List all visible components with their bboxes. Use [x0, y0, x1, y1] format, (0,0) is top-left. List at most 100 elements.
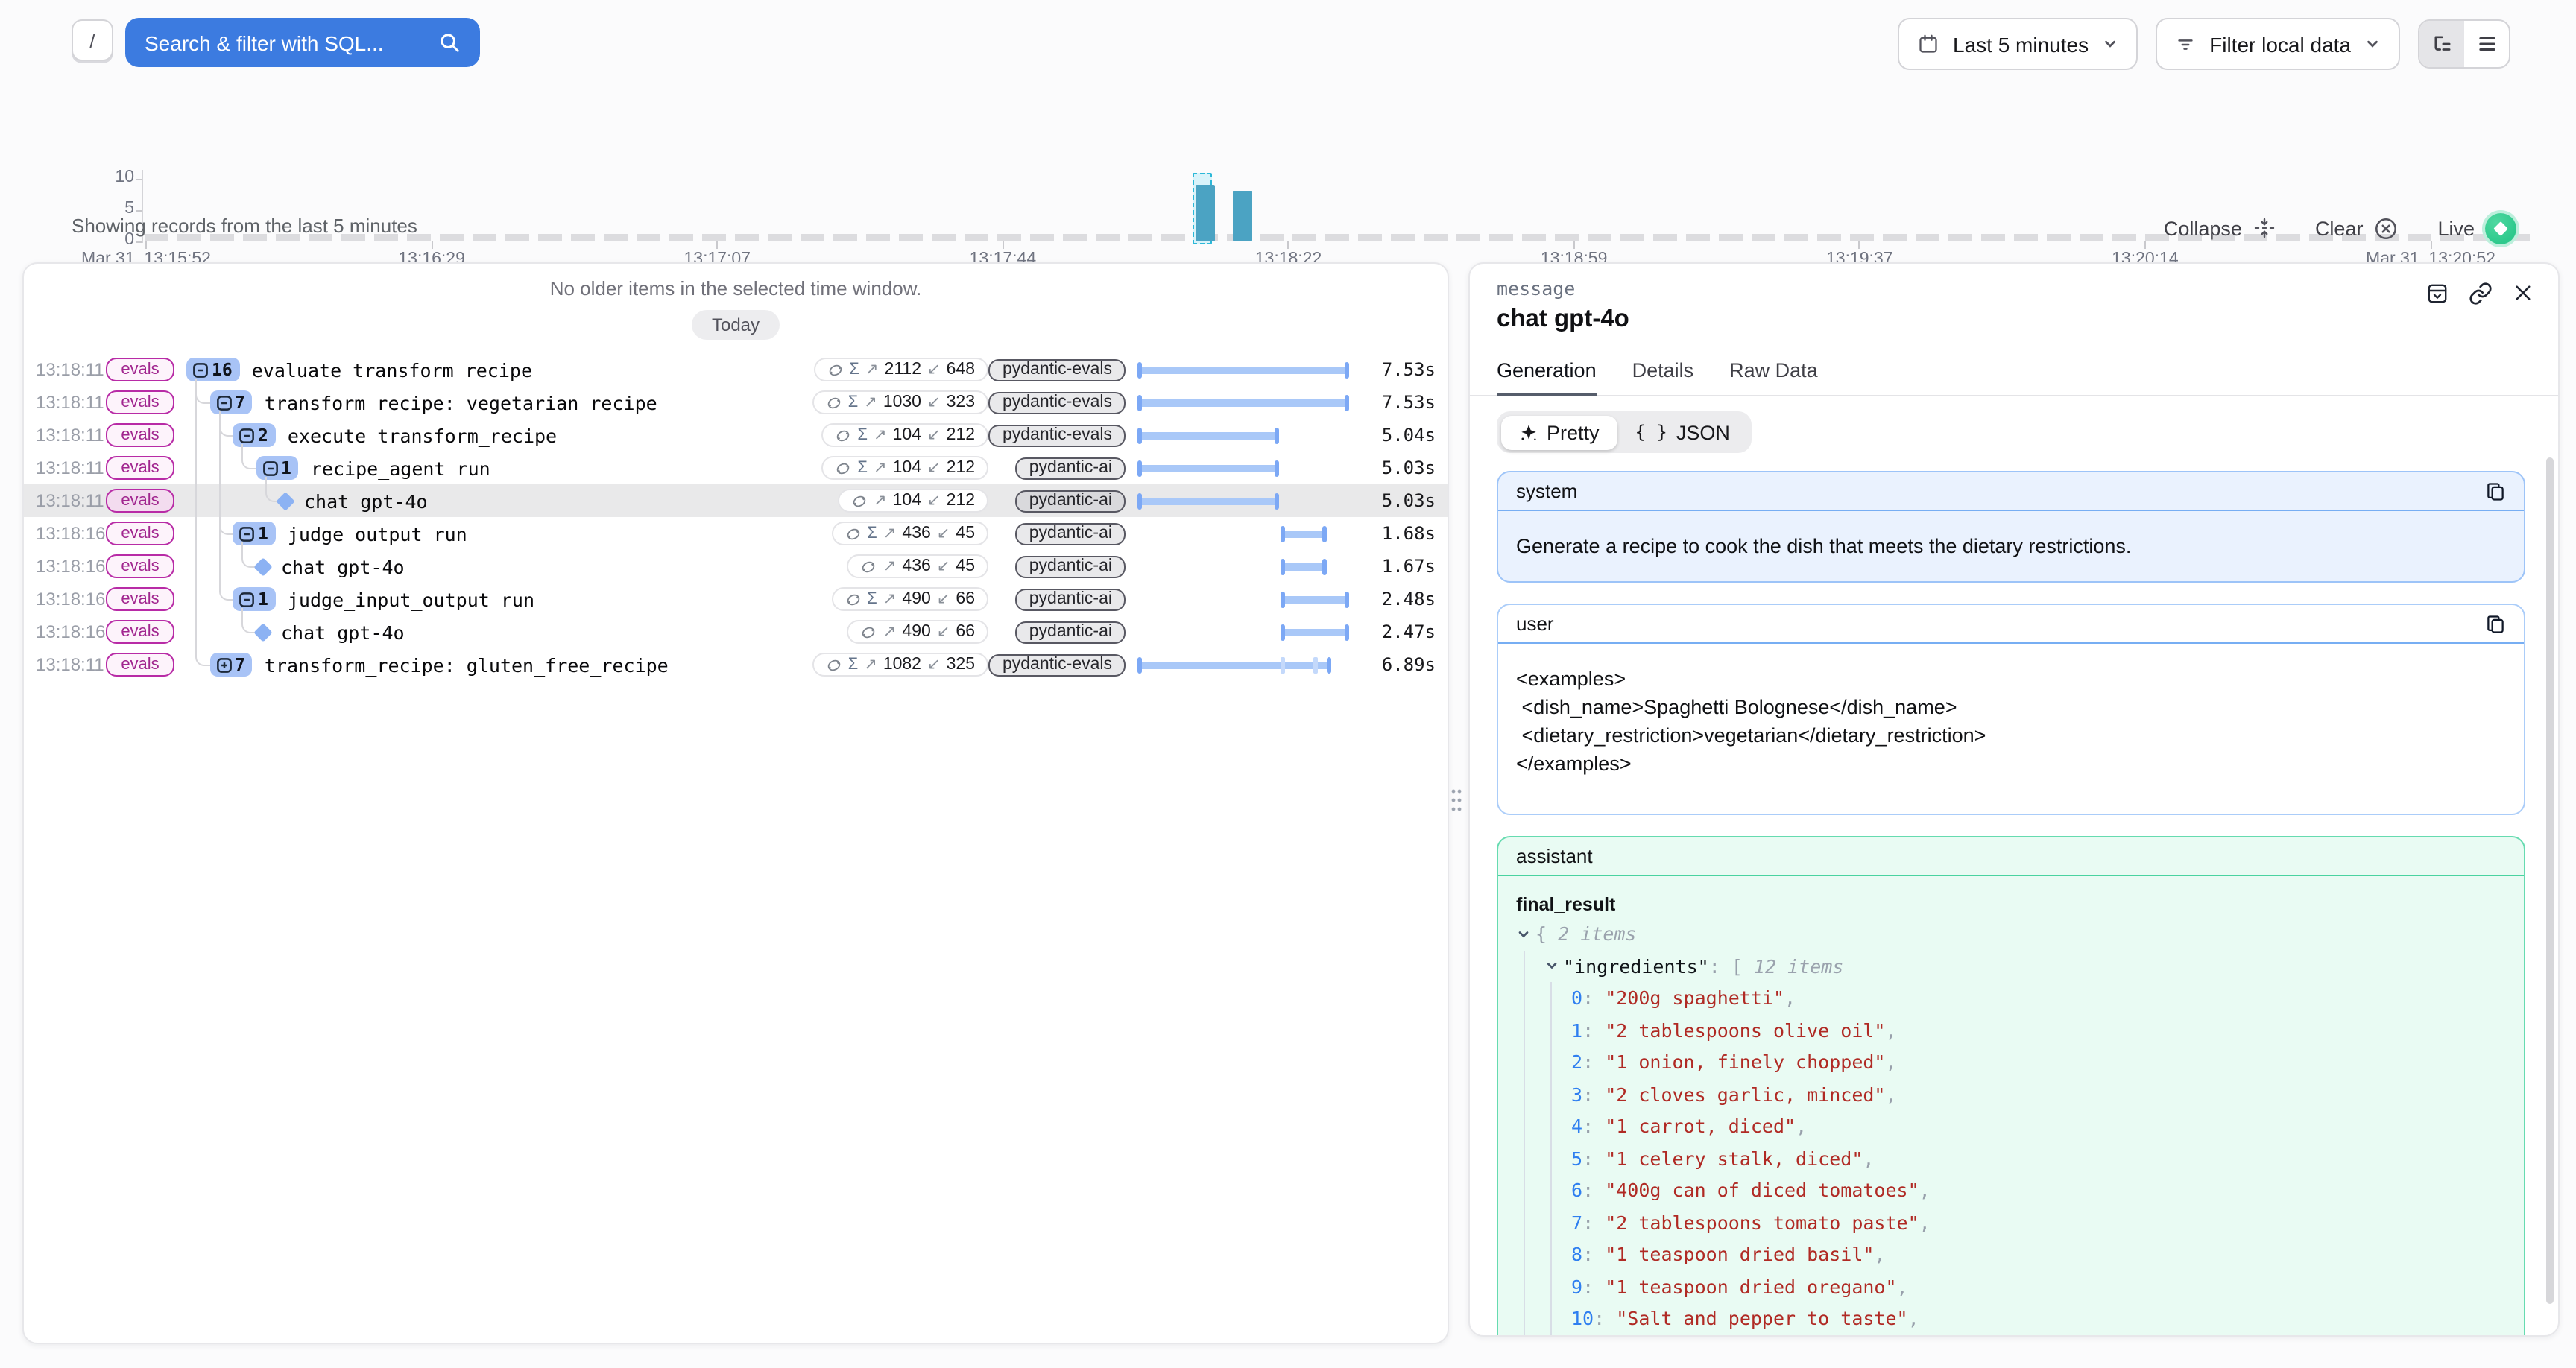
item-index: 5 [1571, 1142, 1582, 1174]
panel-resize-handle[interactable] [1450, 787, 1462, 814]
slash-shortcut-key[interactable]: / [72, 19, 113, 61]
list-tree-icon [2431, 33, 2453, 55]
trace-row[interactable]: 13:18:16 evals chat gpt-4o ↗436 ↙45 pyda… [24, 550, 1448, 583]
tokens-out: 45 [956, 525, 975, 542]
minus-square-icon [192, 361, 209, 378]
trace-row[interactable]: 13:18:16 evals 1 judge_input_output run … [24, 583, 1448, 615]
json-toggle-option[interactable]: { } JSON [1617, 415, 1748, 449]
evals-badge: evals [106, 554, 174, 578]
evals-badge: evals [106, 423, 174, 447]
json-array-item: 9: "1 teaspoon dried oregano", [1571, 1270, 2506, 1302]
filter-local-data-select[interactable]: Filter local data [2156, 18, 2400, 70]
item-index: 6 [1571, 1174, 1582, 1206]
copy-icon[interactable] [2485, 481, 2506, 501]
chevron-expanded-icon[interactable] [1544, 959, 1559, 974]
row-timestamp: 13:18:11 [36, 392, 101, 413]
span-name: recipe_agent run [311, 457, 490, 479]
item-string: "2 tablespoons olive oil" [1605, 1014, 1885, 1046]
filter-icon [2175, 34, 2196, 54]
evals-badge: evals [106, 620, 174, 644]
copy-icon[interactable] [2485, 613, 2506, 634]
array-items-count: 12 items [1754, 950, 1843, 982]
token-usage-pill: Σ ↗436 ↙45 [831, 522, 988, 545]
duration-gantt-track [1137, 353, 1361, 386]
list-view-toggle[interactable] [2464, 21, 2509, 67]
duration-text: 2.47s [1367, 621, 1436, 642]
tree-view-toggle[interactable] [2419, 21, 2464, 67]
item-index: 0 [1571, 982, 1582, 1014]
duration-gantt-track [1137, 615, 1361, 648]
trace-row[interactable]: 13:18:11 evals 1 recipe_agent run Σ ↗104… [24, 452, 1448, 484]
trace-row[interactable]: 13:18:11 evals 7 transform_recipe: veget… [24, 386, 1448, 419]
json-array-item: 1: "2 tablespoons olive oil", [1571, 1014, 2506, 1046]
token-usage-pill: Σ ↗1082 ↙325 [812, 653, 988, 677]
collapse-count-chip[interactable]: 16 [186, 358, 240, 381]
tokens-in-arrow-icon: ↗ [864, 656, 877, 674]
tab-raw-data[interactable]: Raw Data [1729, 359, 1818, 395]
braces-icon: { } [1635, 422, 1667, 443]
collapse-icon [2253, 216, 2276, 240]
tab-details[interactable]: Details [1632, 359, 1694, 395]
dock-panel-icon[interactable] [2425, 282, 2449, 305]
collapse-count-chip[interactable]: 7 [209, 653, 253, 677]
token-usage-pill: Σ ↗104 ↙212 [821, 456, 988, 480]
tokens-out-arrow-icon: ↙ [937, 623, 950, 641]
duration-bar [1137, 661, 1331, 668]
token-coin-icon [845, 591, 861, 607]
object-items-count: 2 items [1558, 918, 1636, 950]
trace-row[interactable]: 13:18:11 evals 7 transform_recipe: glute… [24, 648, 1448, 681]
record-count-histogram[interactable]: 1050 Mar 31. 13:15:5213:16:2913:17:0713:… [0, 77, 2576, 203]
search-button[interactable]: Search & filter with SQL... [125, 18, 480, 67]
tokens-out-arrow-icon: ↙ [937, 525, 950, 542]
system-message-card: system Generate a recipe to cook the dis… [1497, 471, 2525, 583]
evals-badge: evals [106, 522, 174, 545]
item-string: "1 teaspoon dried oregano" [1605, 1270, 1896, 1302]
tokens-in-arrow-icon: ↗ [883, 623, 897, 641]
trace-row[interactable]: 13:18:11 evals chat gpt-4o ↗104 ↙212 pyd… [24, 484, 1448, 517]
time-range-select[interactable]: Last 5 minutes [1898, 18, 2138, 70]
tokens-out: 212 [947, 459, 975, 477]
json-array-item: 11: "Parmesan cheese, grated (optional)" [1571, 1334, 2506, 1337]
duration-text: 5.04s [1367, 425, 1436, 446]
tokens-out-arrow-icon: ↙ [927, 393, 941, 411]
brace-open: { [1535, 918, 1547, 950]
duration-bar [1281, 595, 1349, 603]
duration-gantt-track [1137, 386, 1361, 419]
chevron-expanded-icon[interactable] [1516, 927, 1531, 942]
trace-row[interactable]: 13:18:16 evals chat gpt-4o ↗490 ↙66 pyda… [24, 615, 1448, 648]
span-name: chat gpt-4o [281, 621, 405, 643]
minus-square-icon [239, 427, 255, 443]
item-index: 9 [1571, 1270, 1582, 1302]
record-kind-label: message [1497, 277, 2534, 300]
live-toggle[interactable]: Live [2437, 212, 2516, 244]
live-label: Live [2437, 217, 2475, 239]
package-tag: pydantic-ai [1016, 555, 1126, 577]
copy-link-icon[interactable] [2469, 282, 2493, 305]
trace-row[interactable]: 13:18:16 evals 1 judge_output run Σ ↗436… [24, 517, 1448, 550]
row-timestamp: 13:18:11 [36, 490, 101, 511]
tab-generation[interactable]: Generation [1497, 359, 1597, 396]
child-count: 1 [258, 523, 268, 544]
tokens-in: 436 [902, 557, 930, 575]
trace-row[interactable]: 13:18:11 evals 2 execute transform_recip… [24, 419, 1448, 452]
span-name: chat gpt-4o [304, 490, 428, 512]
span-name: evaluate transform_recipe [252, 358, 532, 381]
package-tag: pydantic-ai [1016, 522, 1126, 545]
collapse-button[interactable]: Collapse [2164, 216, 2276, 240]
duration-text: 7.53s [1367, 359, 1436, 380]
package-tag: pydantic-evals [989, 424, 1126, 446]
tree-connector [242, 608, 256, 633]
pretty-toggle-option[interactable]: Pretty [1500, 415, 1617, 449]
row-timestamp: 13:18:11 [36, 457, 101, 478]
item-index: 7 [1571, 1206, 1582, 1238]
package-tag: pydantic-ai [1016, 621, 1126, 643]
item-index: 1 [1571, 1014, 1582, 1046]
tokens-in-arrow-icon: ↗ [883, 590, 897, 608]
scrollbar-thumb[interactable] [2546, 457, 2554, 1304]
clear-button[interactable]: Clear [2315, 215, 2399, 241]
duration-bar [1137, 366, 1349, 373]
duration-bar [1281, 628, 1349, 636]
trace-row[interactable]: 13:18:11 evals 16 evaluate transform_rec… [24, 353, 1448, 386]
tokens-out-arrow-icon: ↙ [927, 656, 941, 674]
close-icon[interactable] [2512, 282, 2534, 305]
